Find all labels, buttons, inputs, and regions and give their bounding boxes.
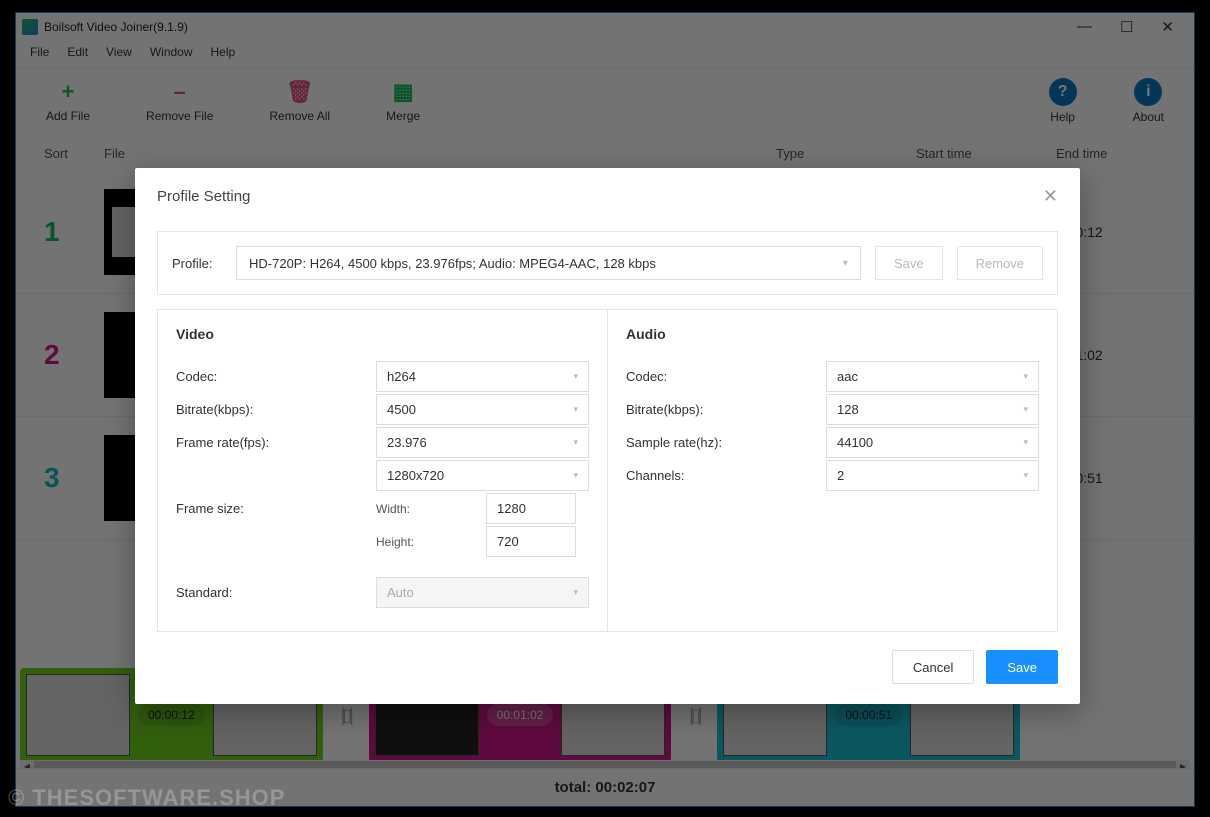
video-header: Video: [176, 326, 589, 342]
save-button[interactable]: Save: [986, 650, 1058, 684]
video-settings: Video Codec:h264▾ Bitrate(kbps):4500▾ Fr…: [158, 310, 607, 631]
video-codec-select[interactable]: h264▾: [376, 361, 589, 392]
chevron-down-icon: ▾: [573, 437, 578, 448]
audio-codec-label: Codec:: [626, 369, 826, 384]
audio-bitrate-label: Bitrate(kbps):: [626, 402, 826, 417]
dialog-title: Profile Setting: [157, 188, 250, 205]
audio-codec-select[interactable]: aac▾: [826, 361, 1039, 392]
chevron-down-icon: ▾: [573, 404, 578, 415]
chevron-down-icon: ▾: [1023, 470, 1028, 481]
profile-setting-dialog: Profile Setting ✕ Profile: HD-720P: H264…: [135, 168, 1080, 704]
video-fps-label: Frame rate(fps):: [176, 435, 376, 450]
chevron-down-icon: ▾: [573, 371, 578, 382]
channels-select[interactable]: 2▾: [826, 460, 1039, 491]
chevron-down-icon: ▾: [843, 258, 848, 269]
frame-size-label: Frame size:: [176, 501, 376, 516]
chevron-down-icon: ▾: [1023, 404, 1028, 415]
chevron-down-icon: ▾: [573, 470, 578, 481]
standard-select: Auto▾: [376, 577, 589, 608]
audio-header: Audio: [626, 326, 1039, 342]
height-input[interactable]: [486, 526, 576, 557]
profile-save-button[interactable]: Save: [875, 246, 943, 280]
chevron-down-icon: ▾: [1023, 437, 1028, 448]
video-codec-label: Codec:: [176, 369, 376, 384]
video-bitrate-select[interactable]: 4500▾: [376, 394, 589, 425]
video-fps-select[interactable]: 23.976▾: [376, 427, 589, 458]
width-input[interactable]: [486, 493, 576, 524]
audio-bitrate-select[interactable]: 128▾: [826, 394, 1039, 425]
profile-label: Profile:: [172, 256, 222, 271]
chevron-down-icon: ▾: [1023, 371, 1028, 382]
sample-rate-label: Sample rate(hz):: [626, 435, 826, 450]
sample-rate-select[interactable]: 44100▾: [826, 427, 1039, 458]
standard-label: Standard:: [176, 585, 376, 600]
cancel-button[interactable]: Cancel: [892, 650, 974, 684]
audio-settings: Audio Codec:aac▾ Bitrate(kbps):128▾ Samp…: [607, 310, 1057, 631]
dialog-close-button[interactable]: ✕: [1043, 186, 1058, 207]
chevron-down-icon: ▾: [573, 587, 578, 598]
watermark: © THESOFTWARE.SHOP: [8, 785, 285, 811]
channels-label: Channels:: [626, 468, 826, 483]
frame-size-preset-select[interactable]: 1280x720▾: [376, 460, 589, 491]
profile-remove-button[interactable]: Remove: [957, 246, 1043, 280]
video-bitrate-label: Bitrate(kbps):: [176, 402, 376, 417]
profile-select[interactable]: HD-720P: H264, 4500 kbps, 23.976fps; Aud…: [236, 246, 861, 280]
